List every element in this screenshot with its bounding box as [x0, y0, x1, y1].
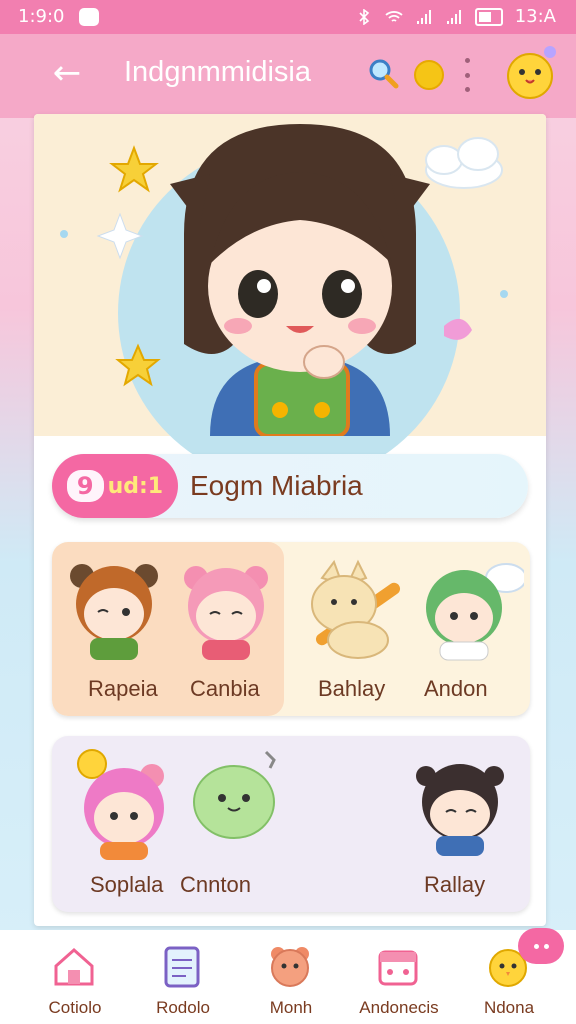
- signal-icon: [416, 9, 431, 24]
- bluetooth-icon: [359, 8, 369, 25]
- nav-label: Cotiolo: [48, 998, 102, 1017]
- character-avatar[interactable]: [414, 552, 524, 662]
- character-label: Cnnton: [180, 872, 251, 897]
- app-bar: ← Indgnmmidisia: [0, 34, 576, 118]
- character-label: Bahlay: [318, 676, 386, 701]
- hero-banner: [34, 114, 546, 484]
- back-arrow-icon[interactable]: ←: [46, 52, 88, 94]
- level-badge: 9 ud:1: [52, 454, 178, 518]
- character-avatar[interactable]: [176, 552, 276, 662]
- character-label: Andon: [424, 676, 488, 701]
- nav-notes[interactable]: Rodolo: [128, 938, 238, 1022]
- character-avatar[interactable]: [410, 750, 510, 860]
- calendar-icon: [378, 950, 418, 986]
- nav-label: Monh: [269, 998, 313, 1017]
- character-row-2: Soplala Cnnton Rallay: [52, 736, 530, 912]
- main-card: 9 ud:1 Eogm Miabria Rapeia Canbia Bahlay…: [34, 114, 546, 926]
- nav-calendar[interactable]: Andonecis: [344, 938, 454, 1022]
- more-menu-icon[interactable]: [462, 58, 472, 92]
- character-label: Soplala: [90, 872, 164, 897]
- bottom-nav: Cotiolo Rodolo Monh Andonecis Ndona: [0, 930, 576, 1024]
- battery-icon: [474, 7, 503, 26]
- nav-label: Ndona: [483, 998, 535, 1017]
- nav-label: Andonecis: [359, 998, 439, 1017]
- nav-label: Rodolo: [156, 998, 210, 1017]
- character-label: Canbia: [190, 676, 260, 701]
- banner-title: Eogm Miabria: [190, 470, 363, 501]
- character-row-1: Rapeia Canbia Bahlay Andon: [52, 542, 530, 716]
- nav-character[interactable]: Monh: [236, 938, 346, 1022]
- wifi-icon: [385, 10, 403, 22]
- nav-home[interactable]: Cotiolo: [20, 938, 130, 1022]
- featured-banner[interactable]: 9 ud:1 Eogm Miabria: [52, 454, 528, 518]
- badge-tag: ud:1: [107, 473, 164, 499]
- status-bar: 1:9:0 13:A: [0, 0, 576, 34]
- page-title: Indgnmmidisia: [124, 56, 311, 88]
- notebook-icon: [164, 946, 200, 988]
- signal-icon-2: [446, 9, 461, 24]
- character-avatar[interactable]: [66, 742, 176, 862]
- chat-bubble-icon[interactable]: [518, 928, 564, 964]
- character-label: Rallay: [424, 872, 486, 897]
- home-icon: [54, 947, 94, 986]
- character-avatar[interactable]: [64, 552, 164, 662]
- chick-mascot-icon: [507, 46, 556, 99]
- status-time: 1:9:0: [18, 6, 65, 27]
- character-avatar[interactable]: [188, 746, 288, 856]
- coin-icon[interactable]: [414, 60, 444, 90]
- hero-character-illustration: [60, 124, 508, 436]
- character-avatar[interactable]: [298, 558, 408, 668]
- bear-face-icon: [271, 947, 309, 987]
- status-clock: 13:A: [514, 6, 556, 27]
- character-label: Rapeia: [88, 676, 158, 701]
- badge-number: 9: [66, 470, 104, 502]
- search-icon[interactable]: [366, 56, 400, 90]
- message-icon: [78, 7, 99, 26]
